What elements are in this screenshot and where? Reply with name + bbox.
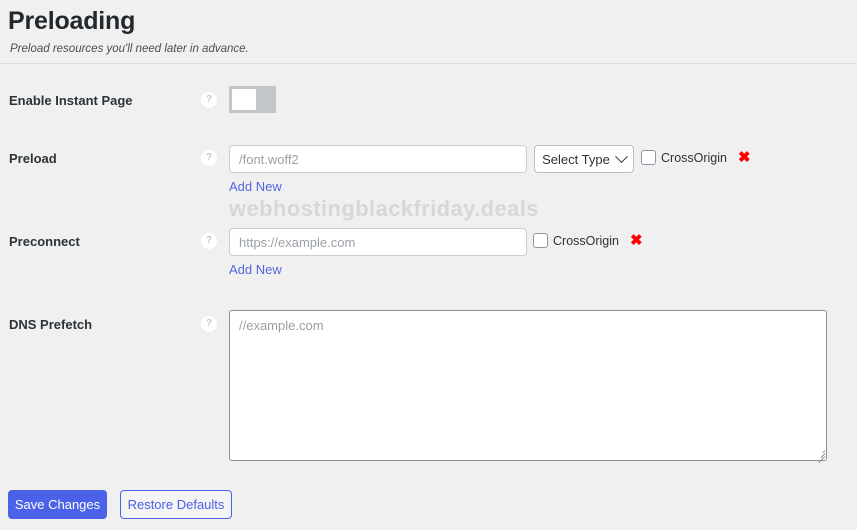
preconnect-crossorigin-group: CrossOrigin ✖ <box>533 233 643 248</box>
dns-prefetch-textarea[interactable] <box>229 310 827 461</box>
preconnect-crossorigin-label: CrossOrigin <box>553 233 619 248</box>
preconnect-crossorigin-checkbox[interactable] <box>533 233 548 248</box>
preload-crossorigin-checkbox[interactable] <box>641 150 656 165</box>
chevron-down-icon <box>614 149 628 163</box>
row-preconnect: Preconnect ? CrossOrigin ✖ Add New <box>0 228 857 288</box>
row-enable-instant-page: Enable Instant Page ? <box>0 86 857 126</box>
help-icon[interactable]: ? <box>201 233 217 249</box>
save-changes-button[interactable]: Save Changes <box>8 490 107 519</box>
preconnect-delete-icon[interactable]: ✖ <box>630 233 643 248</box>
page-header: Preloading Preload resources you'll need… <box>0 0 857 56</box>
page-subtitle: Preload resources you'll need later in a… <box>10 43 249 55</box>
preconnect-url-input[interactable] <box>229 228 527 256</box>
help-icon[interactable]: ? <box>201 316 217 332</box>
preload-delete-icon[interactable]: ✖ <box>738 150 751 165</box>
preload-crossorigin-group: CrossOrigin ✖ <box>641 150 751 165</box>
row-label-dns-prefetch: DNS Prefetch <box>9 317 93 332</box>
page-title: Preloading <box>8 7 136 35</box>
preload-type-select[interactable]: Select Type <box>534 145 634 173</box>
row-label-preconnect: Preconnect <box>9 234 80 249</box>
preload-crossorigin-label: CrossOrigin <box>661 150 727 165</box>
row-preload: Preload ? Select Type CrossOrigin ✖ Add … <box>0 145 857 205</box>
preloading-settings-page: Preloading Preload resources you'll need… <box>0 0 857 530</box>
preconnect-add-new-link[interactable]: Add New <box>229 262 282 277</box>
row-label-enable-instant-page: Enable Instant Page <box>9 93 133 108</box>
row-label-preload: Preload <box>9 151 57 166</box>
header-divider <box>0 63 857 64</box>
preload-url-input[interactable] <box>229 145 527 173</box>
help-icon[interactable]: ? <box>201 150 217 166</box>
row-dns-prefetch: DNS Prefetch ? <box>0 310 857 464</box>
restore-defaults-button[interactable]: Restore Defaults <box>120 490 232 519</box>
instant-page-toggle[interactable] <box>229 86 276 113</box>
toggle-knob <box>232 89 256 110</box>
preload-type-select-label: Select Type <box>542 151 610 167</box>
preload-add-new-link[interactable]: Add New <box>229 179 282 194</box>
help-icon[interactable]: ? <box>201 92 217 108</box>
